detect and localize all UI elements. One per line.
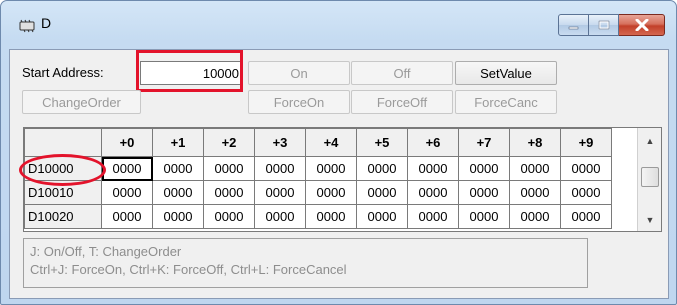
column-header: +8 — [509, 128, 561, 157]
value-cell[interactable]: 0000 — [254, 180, 306, 205]
forceon-button[interactable]: ForceOn — [248, 90, 350, 114]
value-cell[interactable]: 0000 — [458, 204, 510, 229]
forcecanc-button[interactable]: ForceCanc — [455, 90, 557, 114]
grid-table: +0 +1 +2 +3 +4 +5 +6 +7 +8 +9 D10000 0000 0000 0000 0… — [24, 128, 612, 229]
value-cell[interactable]: 0000 — [203, 156, 255, 181]
start-address-input[interactable] — [140, 61, 242, 85]
scroll-down-arrow-icon[interactable]: ▼ — [638, 211, 661, 229]
maximize-button[interactable] — [589, 14, 619, 36]
value-cell[interactable]: 0000 — [203, 180, 255, 205]
value-cell[interactable]: 0000 — [560, 180, 612, 205]
device-value-grid[interactable]: +0 +1 +2 +3 +4 +5 +6 +7 +8 +9 D10000 0000 0000 0000 0… — [23, 127, 662, 232]
off-button[interactable]: Off — [351, 61, 453, 85]
value-cell[interactable]: 0000 — [101, 156, 153, 181]
row-address-header: D10010 — [24, 180, 102, 205]
grid-header-row: +0 +1 +2 +3 +4 +5 +6 +7 +8 +9 — [24, 128, 612, 157]
minimize-button[interactable] — [558, 14, 589, 36]
shortcut-hint-box: J: On/Off, T: ChangeOrder Ctrl+J: ForceO… — [23, 238, 588, 288]
shortcut-hint-line-1: J: On/Off, T: ChangeOrder — [30, 244, 182, 259]
value-cell[interactable]: 0000 — [305, 156, 357, 181]
value-cell[interactable]: 0000 — [152, 180, 204, 205]
value-cell[interactable]: 0000 — [356, 204, 408, 229]
setvalue-button[interactable]: SetValue — [455, 61, 557, 85]
row-address-header: D10020 — [24, 204, 102, 229]
value-cell[interactable]: 0000 — [407, 204, 459, 229]
value-cell[interactable]: 0000 — [101, 180, 153, 205]
value-cell[interactable]: 0000 — [203, 204, 255, 229]
column-header: +0 — [101, 128, 153, 157]
column-header: +4 — [305, 128, 357, 157]
value-cell[interactable]: 0000 — [305, 204, 357, 229]
value-cell[interactable]: 0000 — [254, 156, 306, 181]
title-bar[interactable]: D — [1, 1, 676, 49]
value-cell[interactable]: 0000 — [509, 180, 561, 205]
value-cell[interactable]: 0000 — [458, 156, 510, 181]
vertical-scrollbar[interactable]: ▲ ▼ — [637, 128, 661, 231]
chip-icon — [19, 19, 35, 33]
value-cell[interactable]: 0000 — [407, 156, 459, 181]
grid-row: D10020 0000 0000 0000 0000 0000 0000 0000 0000 00… — [24, 204, 612, 229]
value-cell[interactable]: 0000 — [152, 156, 204, 181]
minimize-icon — [568, 26, 578, 30]
value-cell[interactable]: 0000 — [305, 180, 357, 205]
on-button[interactable]: On — [248, 61, 350, 85]
value-cell[interactable]: 0000 — [101, 204, 153, 229]
value-cell[interactable]: 0000 — [509, 204, 561, 229]
value-cell[interactable]: 0000 — [509, 156, 561, 181]
client-area: Start Address: On Off SetValue ChangeOrd… — [9, 49, 669, 299]
changeorder-button[interactable]: ChangeOrder — [22, 90, 141, 114]
column-header: +2 — [203, 128, 255, 157]
value-cell[interactable]: 0000 — [560, 204, 612, 229]
forceoff-button[interactable]: ForceOff — [351, 90, 453, 114]
row-address-header: D10000 — [24, 156, 102, 181]
value-cell[interactable]: 0000 — [356, 180, 408, 205]
grid-row: D10000 0000 0000 0000 0000 0000 0000 0000 0000 00… — [24, 156, 612, 181]
shortcut-hint-line-2: Ctrl+J: ForceOn, Ctrl+K: ForceOff, Ctrl+… — [30, 262, 347, 277]
column-header: +6 — [407, 128, 459, 157]
close-icon — [635, 19, 648, 31]
maximize-icon — [598, 20, 609, 30]
close-button[interactable] — [619, 14, 665, 36]
window-title: D — [41, 15, 52, 31]
value-cell[interactable]: 0000 — [356, 156, 408, 181]
value-cell[interactable]: 0000 — [407, 180, 459, 205]
column-header: +5 — [356, 128, 408, 157]
value-cell[interactable]: 0000 — [458, 180, 510, 205]
value-cell[interactable]: 0000 — [254, 204, 306, 229]
column-header: +1 — [152, 128, 204, 157]
start-address-label: Start Address: — [22, 65, 104, 80]
column-header: +9 — [560, 128, 612, 157]
scroll-up-arrow-icon[interactable]: ▲ — [638, 132, 661, 150]
grid-corner-cell — [24, 128, 102, 157]
scrollbar-thumb[interactable] — [641, 167, 659, 187]
column-header: +7 — [458, 128, 510, 157]
value-cell[interactable]: 0000 — [560, 156, 612, 181]
column-header: +3 — [254, 128, 306, 157]
value-cell[interactable]: 0000 — [152, 204, 204, 229]
device-monitor-window: D Start Address: On Off SetValue ChangeO… — [0, 0, 677, 305]
grid-row: D10010 0000 0000 0000 0000 0000 0000 0000 0000 00… — [24, 180, 612, 205]
